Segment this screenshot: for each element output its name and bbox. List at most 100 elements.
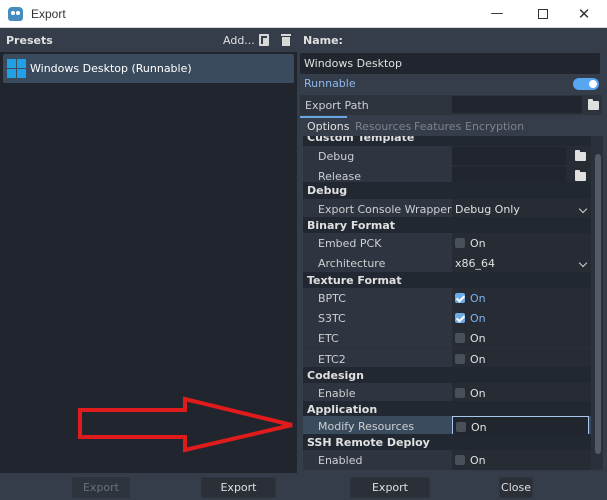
checkbox-label: On: [470, 312, 486, 325]
checkbox-label: On: [470, 353, 486, 366]
prop-codesign-enable: Enable On: [303, 383, 591, 403]
prop-etc2: ETC2 On: [303, 349, 591, 369]
section-ssh-remote-deploy[interactable]: SSH Remote Deploy: [303, 434, 591, 451]
checkbox-icon: [455, 455, 465, 465]
export-path-field[interactable]: [452, 96, 582, 113]
prop-bptc: BPTC On: [303, 288, 591, 308]
prop-modify-resources: Modify Resources On: [303, 416, 591, 436]
prop-label: ETC2: [318, 353, 346, 366]
presets-panel: Presets Add... Windows Desktop (Runnable…: [0, 28, 297, 473]
checkbox-label: On: [470, 387, 486, 400]
preset-item-windows-desktop[interactable]: Windows Desktop (Runnable): [3, 54, 294, 83]
bottom-button-bar: Export All... Export Project... Export P…: [0, 473, 607, 500]
tab-options[interactable]: Options: [300, 116, 349, 136]
scrollbar-thumb[interactable]: [595, 154, 601, 454]
checkbox-label: On: [470, 332, 486, 345]
section-title: Codesign: [307, 369, 364, 382]
presets-header: Presets Add...: [0, 28, 297, 52]
name-value: Windows Desktop: [304, 57, 402, 70]
export-all-button[interactable]: Export All...: [72, 477, 130, 498]
modify-resources-checkbox[interactable]: On: [452, 416, 589, 436]
section-title: Debug: [307, 184, 348, 197]
ssh-enabled-checkbox[interactable]: On: [452, 450, 591, 470]
debug-template-path-field[interactable]: [452, 147, 566, 165]
prop-label: Modify Resources: [318, 420, 415, 433]
prop-console-wrapper: Export Console Wrapper Debug Only: [303, 199, 591, 219]
architecture-dropdown[interactable]: x86_64: [452, 253, 591, 273]
section-debug[interactable]: Debug: [303, 182, 591, 199]
prop-label: S3TC: [318, 312, 346, 325]
prop-label: Enable: [318, 387, 356, 400]
section-title: Custom Template: [307, 136, 415, 144]
chevron-down-icon: [578, 258, 588, 268]
preset-list: Windows Desktop (Runnable): [3, 52, 294, 470]
folder-icon[interactable]: [575, 170, 586, 181]
close-button[interactable]: Close: [499, 477, 533, 498]
checkbox-checked-icon: [455, 293, 465, 303]
checkbox-label: On: [471, 421, 487, 434]
tab-features[interactable]: Features: [414, 116, 461, 136]
section-codesign[interactable]: Codesign: [303, 367, 591, 384]
options-inspector: Custom Template Debug Release Debug Expo…: [303, 136, 603, 470]
window-titlebar: Export — ✕: [0, 0, 607, 28]
section-binary-format[interactable]: Binary Format: [303, 217, 591, 234]
checkbox-icon: [455, 354, 465, 364]
close-window-button[interactable]: ✕: [561, 0, 607, 28]
export-project-button[interactable]: Export Project...: [201, 477, 276, 498]
presets-label: Presets: [6, 34, 53, 47]
s3tc-checkbox[interactable]: On: [452, 308, 591, 328]
prop-label: Architecture: [318, 257, 386, 270]
console-wrapper-dropdown[interactable]: Debug Only: [452, 199, 591, 219]
runnable-toggle[interactable]: [573, 78, 599, 90]
folder-icon[interactable]: [588, 99, 599, 110]
tab-resources[interactable]: Resources: [355, 116, 411, 136]
godot-app-icon: [8, 7, 23, 21]
embed-pck-checkbox[interactable]: On: [452, 233, 591, 253]
options-scrollbar[interactable]: [594, 138, 602, 470]
export-pck-zip-button[interactable]: Export PCK/ZIP...: [350, 477, 430, 498]
minimize-button[interactable]: —: [474, 0, 520, 28]
codesign-enable-checkbox[interactable]: On: [452, 383, 591, 403]
maximize-button[interactable]: [520, 0, 566, 28]
tab-encryption[interactable]: Encryption: [465, 116, 524, 136]
etc2-checkbox[interactable]: On: [452, 349, 591, 369]
prop-label: Export Console Wrapper: [318, 203, 452, 216]
delete-icon[interactable]: [281, 34, 291, 46]
checkbox-icon: [455, 388, 465, 398]
section-title: Binary Format: [307, 219, 396, 232]
export-path-label: Export Path: [305, 99, 369, 112]
name-field[interactable]: Windows Desktop: [300, 53, 600, 74]
debug-template-value: [452, 146, 591, 166]
checkbox-checked-icon: [455, 313, 465, 323]
prop-ssh-enabled: Enabled On: [303, 450, 591, 470]
section-texture-format[interactable]: Texture Format: [303, 272, 591, 289]
folder-icon[interactable]: [575, 150, 586, 161]
runnable-label: Runnable: [304, 77, 356, 90]
prop-label: BPTC: [318, 292, 346, 305]
preset-item-label: Windows Desktop (Runnable): [30, 62, 192, 75]
add-preset-button[interactable]: Add...: [223, 34, 255, 47]
prop-s3tc: S3TC On: [303, 308, 591, 328]
name-label: Name:: [303, 34, 343, 47]
window-title: Export: [31, 7, 66, 21]
section-title: Application: [307, 403, 378, 416]
section-title: Texture Format: [307, 274, 402, 287]
checkbox-icon: [455, 238, 465, 248]
export-path-row: Export Path: [300, 95, 602, 115]
dropdown-value: x86_64: [455, 257, 496, 270]
section-title: SSH Remote Deploy: [307, 436, 430, 449]
options-tabs: Options Resources Features Encryption: [300, 116, 602, 136]
etc-checkbox[interactable]: On: [452, 328, 591, 348]
prop-label: Embed PCK: [318, 237, 382, 250]
bptc-checkbox[interactable]: On: [452, 288, 591, 308]
checkbox-label: On: [470, 454, 486, 467]
prop-etc: ETC On: [303, 328, 591, 348]
prop-label: Debug: [318, 150, 355, 163]
section-custom-template[interactable]: Custom Template: [303, 136, 591, 146]
prop-label: ETC: [318, 332, 339, 345]
maximize-icon: [538, 9, 548, 19]
chevron-down-icon: [578, 204, 588, 214]
runnable-row: Runnable: [300, 74, 602, 93]
duplicate-icon[interactable]: [259, 34, 269, 46]
checkbox-icon: [456, 422, 466, 432]
